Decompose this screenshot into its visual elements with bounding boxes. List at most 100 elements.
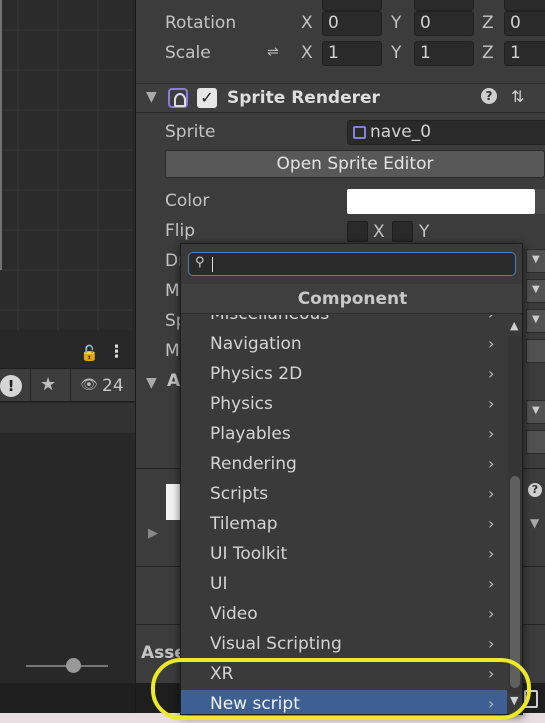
menu-item[interactable]: Miscellaneous › [181,315,507,330]
menu-item-label: Physics [210,394,273,414]
component-menu-list: Miscellaneous›Navigation›Physics 2D›Phys… [181,315,522,714]
sprite-renderer-header[interactable]: ▼ ✓ Sprite Renderer ? ⇅ [136,83,545,113]
help-icon[interactable]: ? [528,483,542,497]
sprite-value: nave_0 [370,122,432,142]
enabled-checkbox[interactable]: ✓ [197,88,217,108]
rotation-x-axis: X [301,13,313,33]
chevron-down-icon: ▼ [532,405,540,416]
zoom-slider-thumb[interactable] [66,658,81,673]
position-z-field[interactable] [504,0,545,11]
chevron-right-icon: › [488,514,495,533]
chevron-right-icon: › [488,315,494,323]
component-search-input[interactable]: ⚲ [188,252,516,276]
menu-item-label: Rendering [210,454,297,474]
sprite-renderer-icon [168,88,188,108]
divider [30,369,31,403]
color-field[interactable] [347,189,535,214]
menu-item[interactable]: Scripts › [181,480,507,510]
menu-item[interactable]: Video › [181,600,507,630]
menu-item-label: Visual Scripting [210,634,342,654]
rotation-y-axis: Y [391,13,402,33]
scale-z-axis: Z [482,43,494,63]
order-field[interactable] [526,430,545,454]
sort-point-dropdown[interactable]: ▼ [526,309,545,333]
left-bottom-bar [0,683,135,713]
visibility-count: 24 [102,376,124,396]
component-title: Sprite Renderer [227,88,380,108]
chevron-down-icon: ▼ [532,284,540,295]
menu-item[interactable]: Visual Scripting › [181,630,507,660]
chevron-down-icon: ▼ [532,314,540,325]
scene-view[interactable] [0,0,133,330]
chevron-right-icon: › [488,604,495,623]
help-icon[interactable]: ? [481,88,497,104]
rotation-y-field[interactable]: 0 [414,11,474,36]
chevron-right-icon: › [488,364,495,383]
chevron-right-icon: › [488,394,495,413]
flip-x-checkbox[interactable] [347,221,368,242]
sprite-field[interactable]: nave_0 [347,120,545,145]
chevron-down-icon: ▼ [532,254,540,265]
flip-label: Flip [165,221,196,241]
rotation-z-field[interactable]: 0 [504,11,545,36]
open-sprite-editor-button[interactable]: Open Sprite Editor [165,150,545,178]
left-toolbar: 🔓 ⋮ [0,338,135,372]
text-caret [212,257,213,272]
flip-y-checkbox[interactable] [392,221,413,242]
menu-item[interactable]: Playables › [181,420,507,450]
menu-item-label: Playables [210,424,291,444]
position-y-field[interactable] [414,0,474,11]
menu-item[interactable]: Navigation › [181,330,507,360]
foldout-arrow-icon[interactable]: ▼ [146,89,157,105]
foldout-arrow-icon[interactable]: ▼ [146,375,157,391]
additional-settings-label: A [167,371,181,391]
lock-icon[interactable]: 🔓 [80,344,99,362]
menu-items: Miscellaneous›Navigation›Physics 2D›Phys… [181,315,507,714]
color-label: Color [165,191,210,211]
draw-mode-dropdown[interactable]: ▼ [526,249,545,273]
mask-interaction-label: M [165,281,180,301]
menu-item[interactable]: Rendering › [181,450,507,480]
sorting-layer-dropdown[interactable]: ▼ [526,400,545,424]
menu-item[interactable]: UI Toolkit › [181,540,507,570]
rotation-z-axis: Z [482,13,494,33]
menu-item-label: Video [210,604,258,624]
flip-y-label: Y [419,222,430,242]
chevron-right-icon: › [488,454,495,473]
mask-interaction-dropdown[interactable]: ▼ [526,279,545,303]
color-picker-button[interactable] [535,189,545,214]
divider [70,369,71,403]
material-field[interactable] [526,339,545,363]
rotation-x-field[interactable]: 0 [322,11,382,36]
scale-y-field[interactable]: 1 [414,41,474,66]
eye-icon[interactable]: 👁 [80,377,98,393]
left-list-row[interactable] [0,403,135,433]
console-filters: ! ★ 👁 24 [0,368,135,403]
warning-icon[interactable]: ! [0,375,22,397]
menu-item-label: Navigation [210,334,302,354]
menu-item[interactable]: UI › [181,570,507,600]
scale-x-axis: X [301,43,313,63]
scrollbar-thumb[interactable] [510,476,520,688]
chevron-right-icon: › [488,334,495,353]
scroll-up-arrow-icon[interactable]: ▲ [510,319,518,332]
menu-item[interactable]: Physics 2D › [181,360,507,390]
star-icon[interactable]: ★ [40,374,56,395]
presets-icon[interactable]: ⇅ [511,87,524,106]
material-label: M [165,341,180,361]
chevron-right-icon: › [488,484,495,503]
menu-item-label: Physics 2D [210,364,303,384]
menu-item[interactable]: Physics › [181,390,507,420]
foldout-arrow-icon[interactable]: ▶ [148,526,158,541]
menu-item-label: Scripts [210,484,269,504]
scale-x-field[interactable]: 1 [322,41,382,66]
chevron-down-icon[interactable]: ▼ [530,516,539,530]
position-x-field[interactable] [322,0,382,11]
menu-item[interactable]: Tilemap › [181,510,507,540]
popup-header: Component [181,284,522,314]
link-icon[interactable]: ⇌ [267,44,279,60]
left-panel: 🔓 ⋮ ! ★ 👁 24 [0,0,135,723]
kebab-icon[interactable]: ⋮ [108,342,125,362]
menu-item-label: UI [210,574,228,594]
scale-z-field[interactable]: 1 [504,41,545,66]
